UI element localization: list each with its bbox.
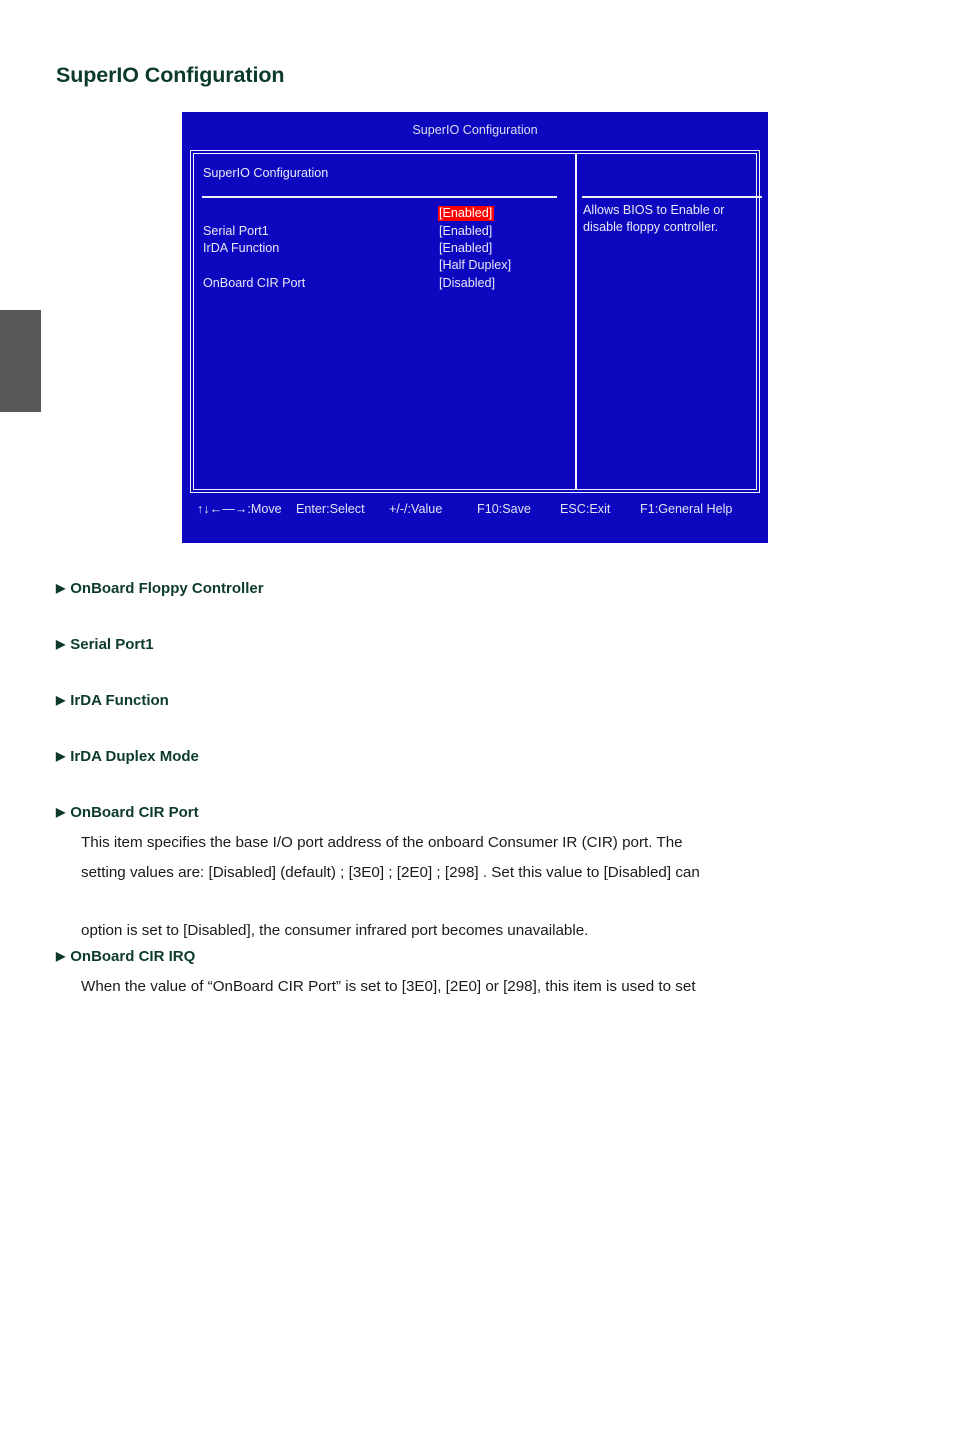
bullet-triangle-icon: ▶ — [56, 805, 66, 819]
bios-screen-frame: SuperIO Configuration [Enabled] Serial P… — [190, 150, 762, 493]
section-heading-label: IrDA Function — [70, 692, 169, 709]
section-heading-onboard-cir-irq: ▶ OnBoard CIR IRQ — [56, 948, 195, 965]
hint-enter-select: Enter:Select — [296, 502, 365, 516]
section-heading-label: OnBoard CIR IRQ — [70, 948, 196, 965]
body-text-line: When the value of “OnBoard CIR Port” is … — [81, 978, 696, 995]
hint-f1-help: F1:General Help — [640, 502, 733, 516]
bios-option-value[interactable]: [Disabled] — [439, 276, 495, 290]
bios-help-text: Allows BIOS to Enable or disable floppy … — [583, 203, 725, 234]
bullet-triangle-icon: ▶ — [56, 637, 66, 651]
section-heading-serial-port1: ▶ Serial Port1 — [56, 636, 154, 653]
section-heading-label: Serial Port1 — [70, 636, 154, 653]
bios-key-hint-bar: ↑↓←—→:Move Enter:Select +/-/:Value F10:S… — [182, 502, 768, 526]
bios-option-value[interactable]: [Enabled] — [439, 241, 492, 255]
hint-f10-save: F10:Save — [477, 502, 531, 516]
hint-value: +/-/:Value — [389, 502, 443, 516]
bios-option-row[interactable]: [Half Duplex] — [203, 258, 573, 275]
bios-option-label: Serial Port1 — [203, 224, 269, 238]
section-heading-label: OnBoard Floppy Controller — [70, 580, 264, 597]
bios-option-label: OnBoard CIR Port — [203, 276, 306, 290]
bullet-triangle-icon: ▶ — [56, 949, 66, 963]
bios-option-label: IrDA Function — [203, 241, 280, 255]
help-divider-rule — [582, 196, 762, 198]
bios-option-row[interactable]: IrDA Function [Enabled] — [203, 241, 573, 258]
bios-setup-screenshot: SuperIO Configuration SuperIO Configurat… — [182, 112, 768, 543]
bios-section-label: SuperIO Configuration — [203, 166, 329, 180]
bios-settings-region: SuperIO Configuration [Enabled] Serial P… — [194, 154, 575, 489]
bios-screen-frame-inner: SuperIO Configuration [Enabled] Serial P… — [193, 153, 762, 490]
bullet-triangle-icon: ▶ — [56, 693, 66, 707]
bios-window-title: SuperIO Configuration — [412, 123, 538, 137]
section-heading-label: IrDA Duplex Mode — [70, 748, 199, 765]
bios-option-row[interactable]: [Enabled] — [203, 206, 573, 223]
hint-move: ↑↓←—→:Move — [197, 502, 282, 516]
hint-esc-exit: ESC:Exit — [560, 502, 611, 516]
body-text-line: option is set to [Disabled], the consume… — [81, 922, 589, 939]
section-heading-label: OnBoard CIR Port — [70, 804, 199, 821]
bullet-triangle-icon: ▶ — [56, 581, 66, 595]
bios-option-value-selected[interactable]: [Enabled] — [438, 206, 495, 221]
bios-option-value[interactable]: [Enabled] — [439, 224, 492, 238]
bullet-triangle-icon: ▶ — [56, 749, 66, 763]
bios-option-row[interactable]: Serial Port1 [Enabled] — [203, 224, 573, 241]
page-title: SuperIO Configuration — [56, 63, 285, 87]
page-edge-tab — [0, 310, 41, 412]
section-divider-rule — [202, 196, 557, 198]
body-text-line: setting values are: [Disabled] (default)… — [81, 864, 700, 881]
body-text-line: This item specifies the base I/O port ad… — [81, 834, 683, 851]
section-heading-irda-duplex-mode: ▶ IrDA Duplex Mode — [56, 748, 199, 765]
section-heading-irda-function: ▶ IrDA Function — [56, 692, 169, 709]
section-heading-onboard-cir-port: ▶ OnBoard CIR Port — [56, 804, 199, 821]
section-heading-onboard-floppy-controller: ▶ OnBoard Floppy Controller — [56, 580, 264, 597]
bios-option-row[interactable]: OnBoard CIR Port [Disabled] — [203, 276, 573, 293]
bios-help-region: Allows BIOS to Enable or disable floppy … — [577, 154, 762, 489]
bios-option-value[interactable]: [Half Duplex] — [439, 258, 511, 272]
